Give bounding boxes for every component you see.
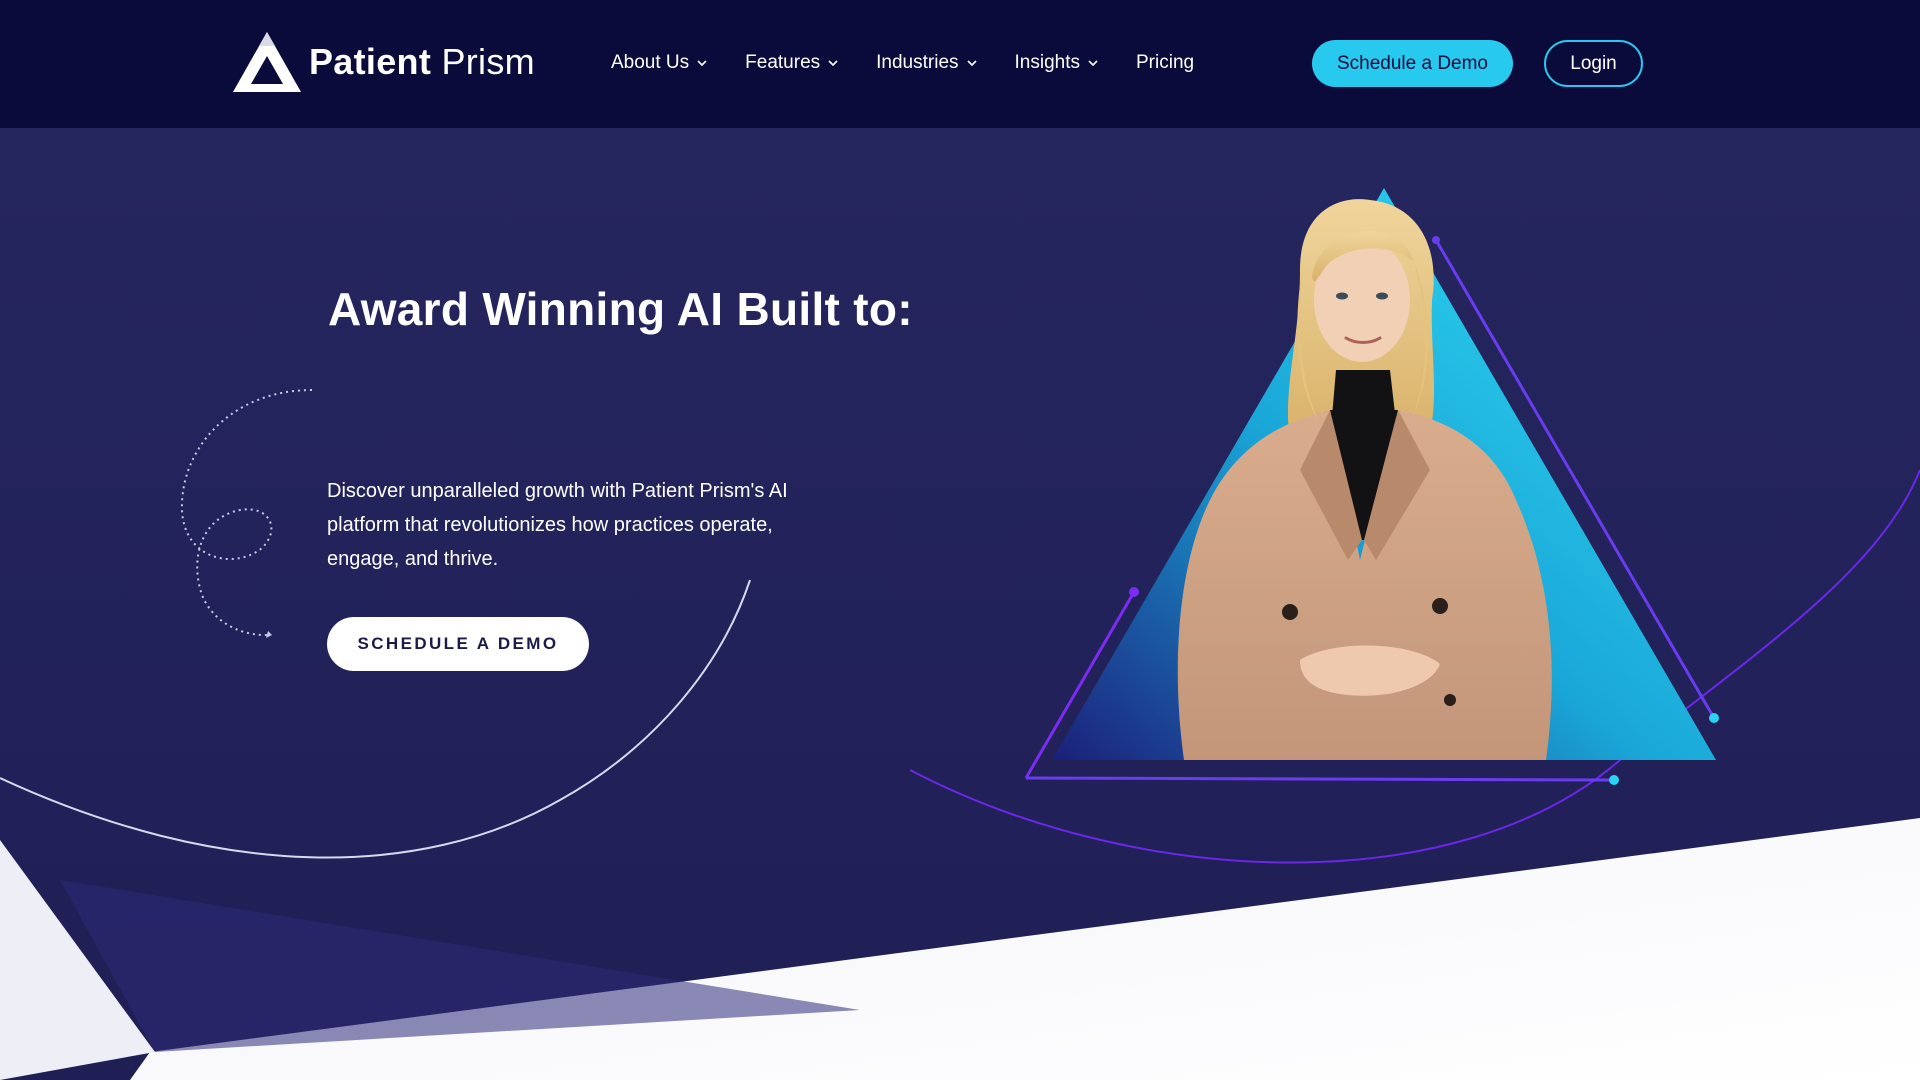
hero-title: Award Winning AI Built to: [328, 283, 913, 335]
brand-name: Patient Prism [309, 41, 535, 83]
person-portrait [1177, 199, 1552, 760]
site-header: Patient Prism About Us Features Industri… [0, 0, 1920, 128]
nav-label: About Us [611, 52, 690, 73]
nav-item-about-us[interactable]: About Us [611, 52, 709, 74]
hero-schedule-demo-button[interactable]: SCHEDULE A DEMO [327, 617, 589, 671]
hero-description: Discover unparalleled growth with Patien… [327, 480, 788, 570]
chevron-down-icon [1088, 60, 1098, 67]
brand-name-light: Prism [441, 41, 535, 82]
nav-item-insights[interactable]: Insights [1015, 52, 1100, 74]
chevron-down-icon [966, 60, 977, 67]
main-nav: About Us Features Industries Insights Pr… [611, 52, 1194, 74]
nav-item-pricing[interactable]: Pricing [1136, 52, 1194, 74]
brand-name-bold: Patient [309, 41, 432, 82]
prism-triangle-logo-icon [233, 32, 301, 92]
chevron-down-icon [697, 60, 707, 67]
schedule-demo-button[interactable]: Schedule a Demo [1312, 40, 1513, 87]
nav-item-industries[interactable]: Industries [876, 52, 978, 74]
nav-label: Industries [876, 52, 959, 73]
chevron-down-icon [828, 60, 838, 67]
nav-label: Features [745, 52, 821, 73]
nav-label: Pricing [1136, 52, 1195, 73]
login-button[interactable]: Login [1544, 40, 1643, 87]
hero-portrait-graphic [1024, 188, 1719, 785]
brand-logo[interactable]: Patient Prism [231, 30, 535, 94]
nav-item-features[interactable]: Features [745, 52, 840, 74]
nav-label: Insights [1014, 52, 1080, 73]
accent-line-bottom [1025, 776, 1615, 782]
